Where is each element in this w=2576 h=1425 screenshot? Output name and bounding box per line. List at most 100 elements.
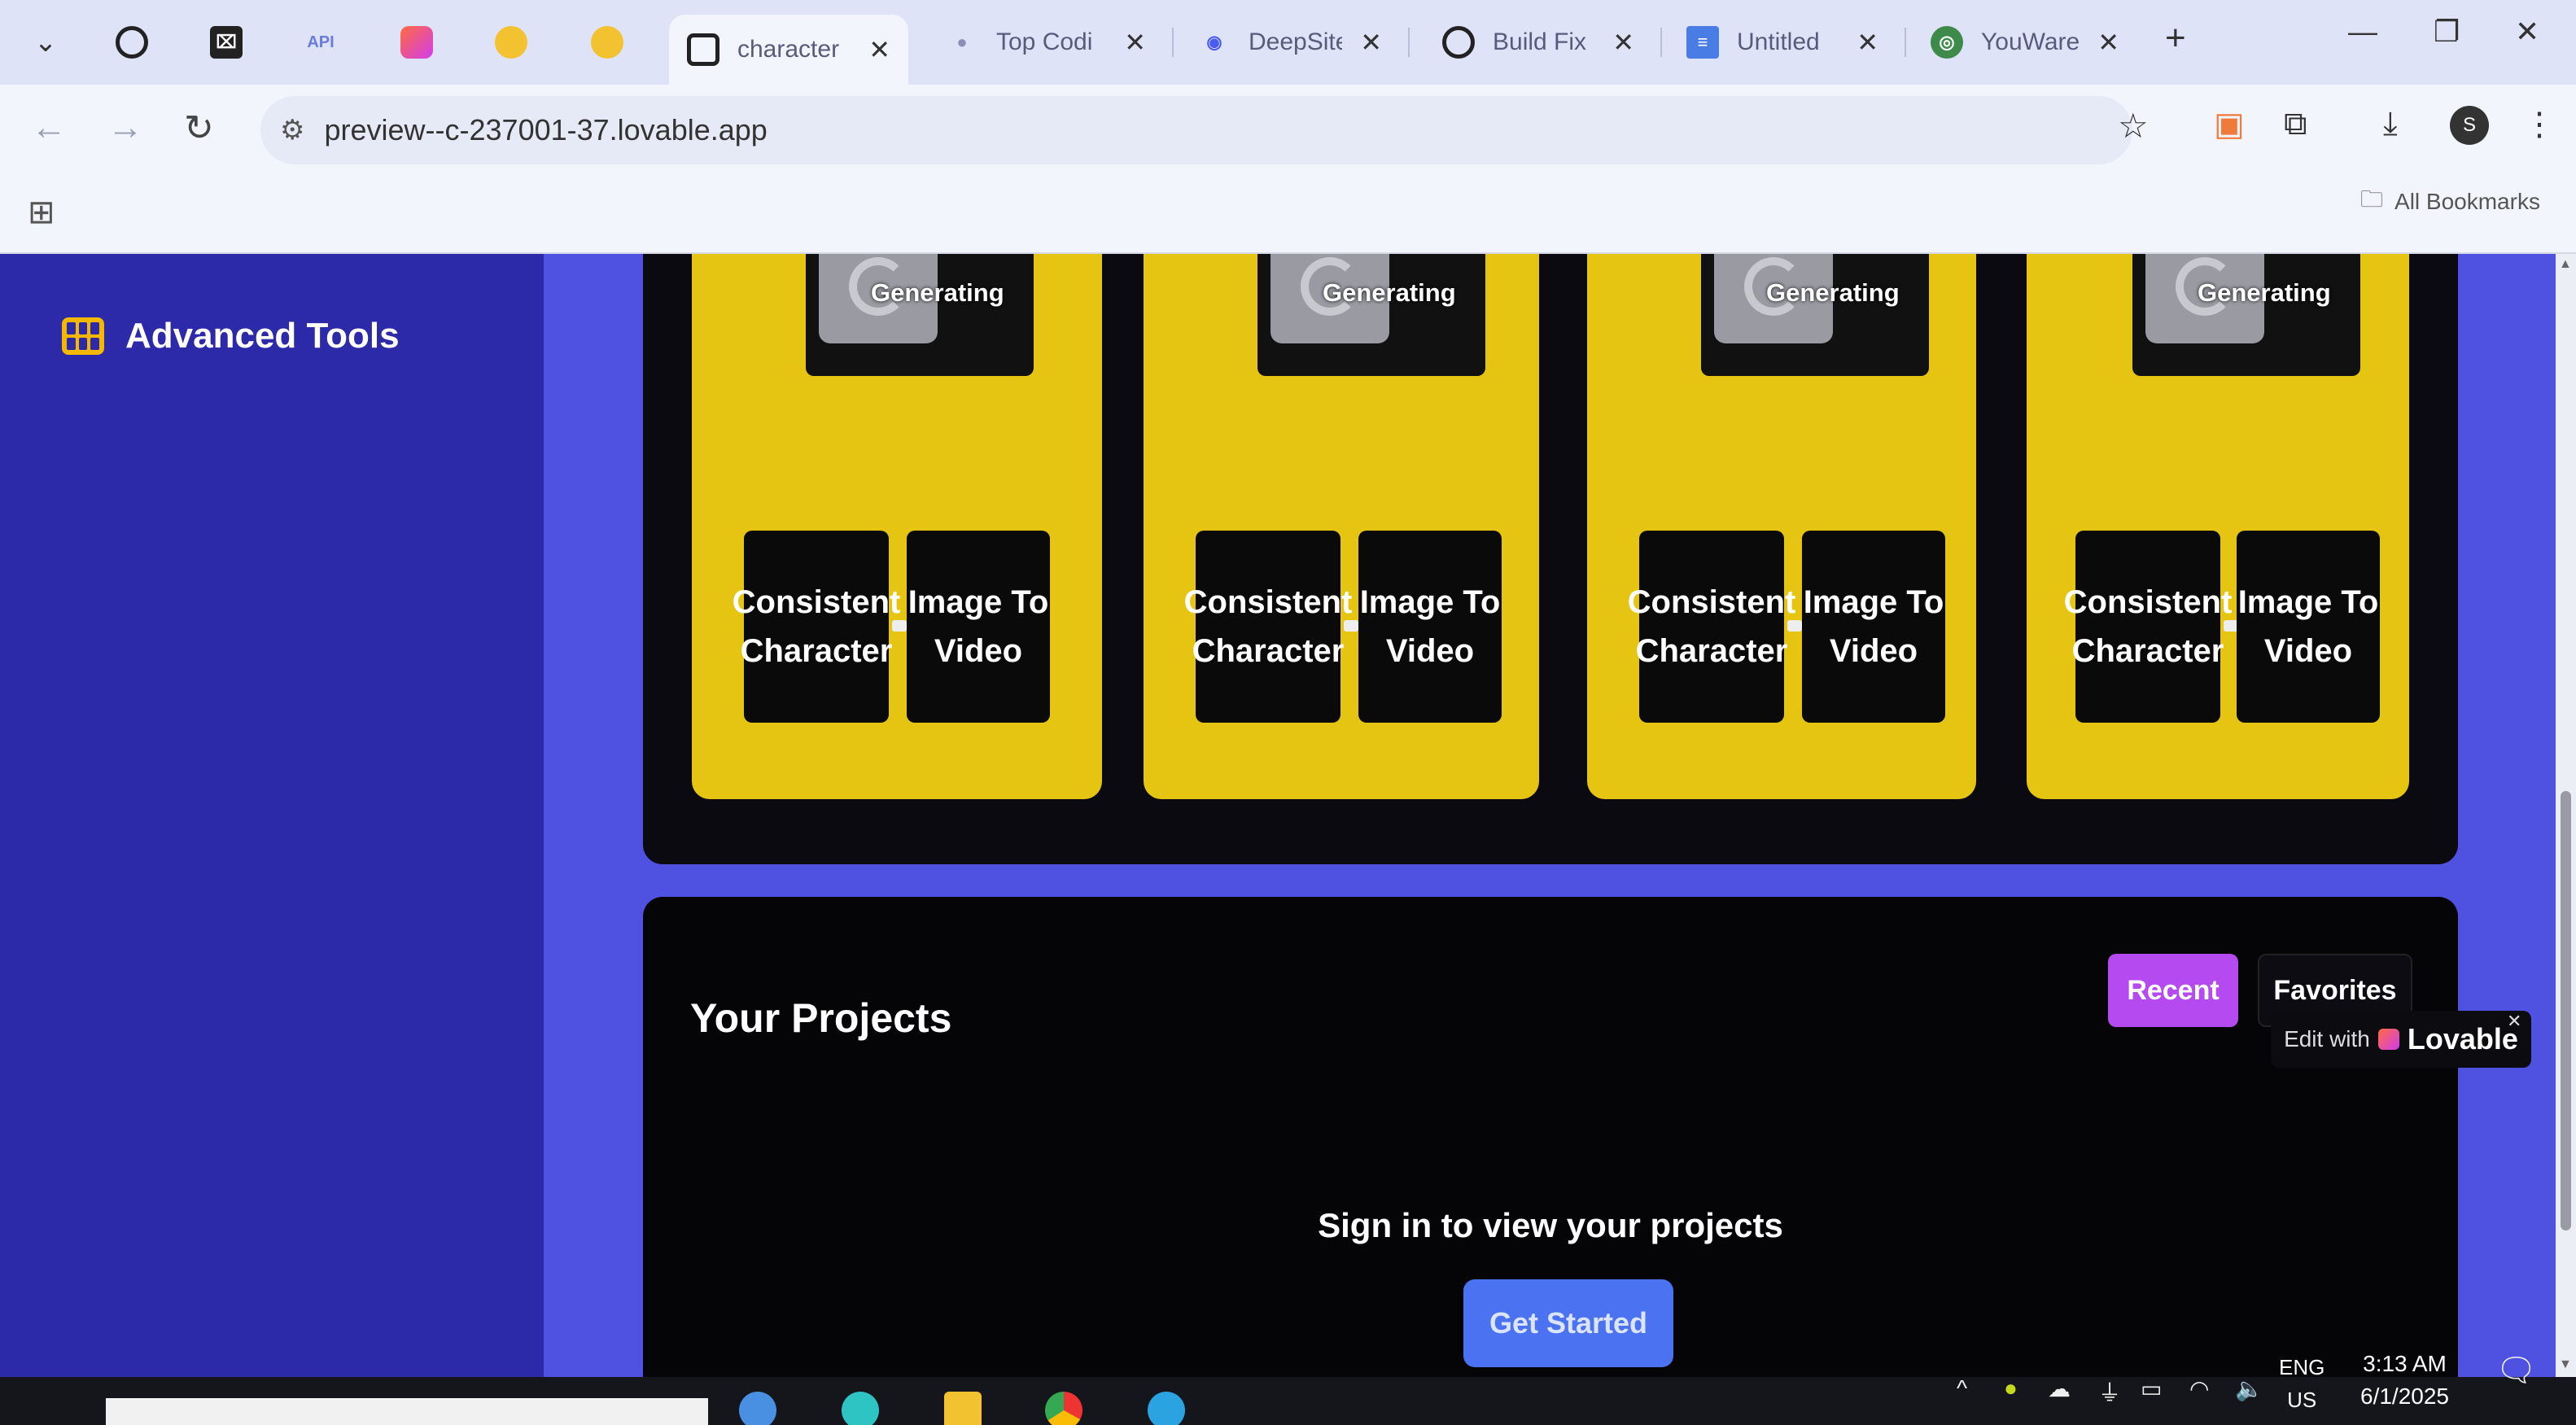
link-icon: [1787, 620, 1802, 632]
image-to-video-button[interactable]: Image To Video: [1358, 531, 1502, 723]
tool-card: Generating Consistent Character Image To…: [1587, 254, 1976, 799]
close-icon[interactable]: ✕: [2507, 1011, 2521, 1032]
all-bookmarks-label: All Bookmarks: [2394, 189, 2540, 214]
battery-icon[interactable]: ▭: [2141, 1375, 2162, 1402]
deepsite-icon: ◉: [1206, 32, 1222, 52]
tab-title: character: [737, 36, 840, 63]
edge-icon[interactable]: [842, 1392, 879, 1425]
url-text: preview--c-237001-37.lovable.app: [324, 113, 768, 146]
docs-icon: ≡: [1686, 26, 1719, 59]
consistent-character-button[interactable]: Consistent Character: [733, 531, 900, 723]
tab-6[interactable]: [573, 15, 663, 70]
scroll-up-icon[interactable]: ▲: [2559, 257, 2572, 272]
tab-2[interactable]: ⌧: [192, 15, 282, 70]
tab-deepsite[interactable]: ◉ DeepSite ✕: [1180, 15, 1400, 70]
profile-avatar[interactable]: S: [2450, 106, 2489, 145]
extension-icon[interactable]: ▣: [2214, 106, 2245, 143]
sidebar-item-advanced-tools[interactable]: Advanced Tools: [62, 316, 400, 356]
reload-icon[interactable]: ↻: [184, 107, 214, 149]
bookmarks-bar: [0, 176, 2576, 254]
menu-kebab-icon[interactable]: ⋮: [2523, 106, 2556, 143]
back-icon[interactable]: ←: [31, 107, 67, 148]
minimize-icon[interactable]: —: [2348, 15, 2377, 49]
chatgpt-icon: [1442, 26, 1475, 59]
volume-icon[interactable]: 🔈: [2235, 1375, 2263, 1402]
tab-untitled[interactable]: ≡ Untitled ✕: [1668, 15, 1896, 70]
generating-status: Generating: [1766, 278, 1900, 307]
close-icon[interactable]: ✕: [1360, 27, 1382, 58]
generation-preview: Generating: [806, 254, 1034, 376]
lang-code: ENG: [2279, 1355, 2325, 1379]
lovable-logo-icon: [2377, 1029, 2399, 1050]
taskbar-search-box[interactable]: [106, 1398, 708, 1425]
generation-preview: Generating: [1257, 254, 1485, 376]
tab-divider: [1660, 28, 1662, 57]
download-icon[interactable]: ⤓: [2383, 106, 2398, 142]
bookmark-star-icon[interactable]: ☆: [2118, 106, 2149, 146]
scroll-down-icon[interactable]: ▼: [2559, 1357, 2572, 1372]
language-indicator[interactable]: ENG US: [2279, 1351, 2325, 1416]
get-started-button[interactable]: Get Started: [1463, 1279, 1673, 1367]
tray-app-icon[interactable]: ●: [2004, 1375, 2018, 1401]
tray-usb-icon[interactable]: ⏚: [2098, 1375, 2121, 1408]
tab-5[interactable]: [477, 15, 566, 70]
generating-status: Generating: [1323, 278, 1456, 307]
chrome-icon[interactable]: [1045, 1392, 1082, 1425]
extensions-puzzle-icon[interactable]: ⧉: [2284, 106, 2307, 142]
tab-4[interactable]: [383, 15, 472, 70]
tab-search-chevron-icon[interactable]: ⌄: [20, 18, 72, 67]
image-to-video-button[interactable]: Image To Video: [907, 531, 1050, 723]
tab-3[interactable]: API: [286, 15, 376, 70]
tab-build-fix[interactable]: Build Fix ✕: [1424, 15, 1652, 70]
site-settings-icon[interactable]: ⚙: [280, 114, 304, 146]
close-window-icon[interactable]: ✕: [2515, 15, 2539, 49]
wifi-icon[interactable]: ◠: [2189, 1375, 2209, 1402]
projects-panel: Your Projects Recent Favorites Sign in t…: [643, 897, 2458, 1377]
huggingface-icon: [591, 26, 623, 59]
image-to-video-button[interactable]: Image To Video: [1802, 531, 1945, 723]
taskbar-clock[interactable]: 3:13 AM 6/1/2025: [2360, 1348, 2449, 1413]
consistent-character-button[interactable]: Consistent Character: [1628, 531, 1795, 723]
tab-1[interactable]: [98, 15, 187, 70]
onedrive-cloud-icon[interactable]: ☁: [2048, 1375, 2071, 1402]
tab-character[interactable]: character ✕: [669, 15, 908, 85]
tray-chevron-up-icon[interactable]: ^: [1957, 1375, 1967, 1401]
app-page: Advanced Tools Generating Consistent Cha…: [0, 254, 2576, 1377]
close-icon[interactable]: ✕: [2097, 27, 2119, 58]
generation-preview: Generating: [1701, 254, 1929, 376]
all-bookmarks-button[interactable]: 🗀 All Bookmarks: [2360, 182, 2540, 221]
edit-with-label: Edit with: [2284, 1026, 2370, 1051]
tab-title: DeepSite: [1249, 28, 1343, 55]
generating-status: Generating: [2198, 278, 2331, 307]
telegram-icon[interactable]: [1148, 1392, 1185, 1425]
edit-with-lovable-badge[interactable]: Edit with Lovable: [2271, 1011, 2531, 1068]
tab-top-coding[interactable]: ● Top Codi ✕: [928, 15, 1164, 70]
signin-message: Sign in to view your projects: [1318, 1206, 1783, 1244]
notifications-icon[interactable]: 🗨: [2495, 1351, 2537, 1389]
clock-time: 3:13 AM: [2363, 1351, 2447, 1376]
tab-divider: [1172, 28, 1174, 57]
close-icon[interactable]: ✕: [868, 34, 890, 65]
page-scrollbar[interactable]: ▲ ▼: [2556, 254, 2576, 1377]
address-bar[interactable]: ⚙ preview--c-237001-37.lovable.app: [260, 96, 2132, 164]
apps-grid-icon[interactable]: ⊞: [28, 194, 55, 231]
consistent-character-button[interactable]: Consistent Character: [1184, 531, 1352, 723]
file-explorer-icon[interactable]: [944, 1392, 982, 1425]
lovable-brand: Lovable: [2407, 1022, 2518, 1056]
forward-icon[interactable]: →: [107, 107, 143, 148]
recent-tab-button[interactable]: Recent: [2108, 954, 2238, 1027]
chatgpt-icon: [116, 26, 148, 59]
new-tab-button[interactable]: +: [2165, 18, 2186, 59]
image-to-video-button[interactable]: Image To Video: [2237, 531, 2380, 723]
tab-divider: [1408, 28, 1410, 57]
close-icon[interactable]: ✕: [1612, 27, 1634, 58]
taskbar-app-icon[interactable]: [739, 1392, 776, 1425]
tab-youware[interactable]: ◎ YouWare ✕: [1913, 15, 2137, 70]
close-icon[interactable]: ✕: [1857, 27, 1878, 58]
link-icon: [1344, 620, 1358, 632]
restore-icon[interactable]: ❐: [2434, 15, 2460, 49]
consistent-character-button[interactable]: Consistent Character: [2064, 531, 2232, 723]
region-code: US: [2287, 1388, 2317, 1412]
close-icon[interactable]: ✕: [1124, 27, 1146, 58]
scrollbar-thumb[interactable]: [2561, 791, 2571, 1230]
